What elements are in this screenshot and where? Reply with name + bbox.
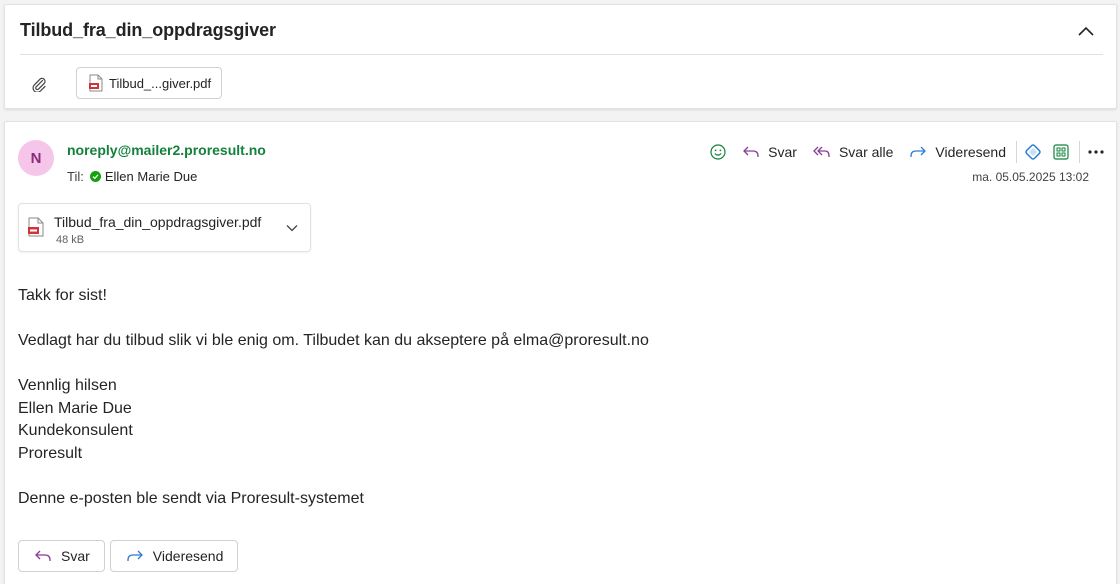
attachment-menu-button[interactable]	[282, 218, 302, 238]
body-closing: Vennlig hilsen	[18, 377, 117, 394]
emoji-icon	[710, 144, 726, 160]
attachment-chip-label: Tilbud_...giver.pdf	[109, 75, 212, 91]
attachment-chip[interactable]: Tilbud_...giver.pdf	[76, 67, 223, 99]
forward-icon	[127, 550, 143, 561]
bottom-forward-button[interactable]: Videresend	[109, 540, 239, 572]
reply-icon	[743, 146, 759, 157]
body-greeting: Takk for sist!	[18, 287, 107, 304]
more-actions-button[interactable]	[1082, 138, 1110, 166]
recipient-name[interactable]: Ellen Marie Due	[105, 169, 198, 184]
forward-button[interactable]: Videresend	[903, 138, 1012, 166]
collapse-thread-button[interactable]	[1074, 19, 1098, 43]
pdf-file-icon	[28, 217, 44, 237]
more-icon	[1088, 150, 1104, 154]
body-signature-role: Kundekonsulent	[18, 422, 133, 439]
message-body: Takk for sist! Vedlagt har du tilbud sli…	[18, 285, 1096, 510]
attachment-name: Tilbud_fra_din_oppdragsgiver.pdf	[54, 214, 262, 230]
sender-address[interactable]: noreply@mailer2.proresult.no	[67, 142, 266, 158]
reply-label: Svar	[768, 144, 797, 160]
react-button[interactable]	[704, 138, 732, 166]
presence-available-icon	[89, 171, 101, 182]
divider	[20, 54, 1103, 55]
body-footer: Denne e-posten ble sendt via Proresult-s…	[18, 489, 364, 507]
paperclip-icon	[32, 77, 46, 92]
attachment-card[interactable]: Tilbud_fra_din_oppdragsgiver.pdf 48 kB	[18, 203, 311, 252]
chevron-up-icon	[1078, 26, 1094, 36]
bottom-forward-label: Videresend	[152, 548, 224, 564]
loop-button[interactable]	[1019, 138, 1047, 166]
body-signature-company: Proresult	[18, 444, 83, 462]
attachment-size: 48 kB	[56, 234, 85, 246]
message-date: ma. 05.05.2025 13:02	[972, 170, 1089, 184]
thread-header: Tilbud_fra_din_oppdragsgiver Tilbud_...g…	[4, 4, 1117, 109]
apps-icon	[1053, 144, 1069, 160]
avatar[interactable]: N	[18, 140, 54, 176]
forward-label: Videresend	[935, 144, 1006, 160]
attachments-button[interactable]	[28, 73, 50, 95]
message-toolbar: Svar Svar alle Videresend	[704, 138, 1110, 166]
bottom-reply-label: Svar	[61, 548, 90, 564]
reply-all-button[interactable]: Svar alle	[807, 138, 899, 166]
thread-title: Tilbud_fra_din_oppdragsgiver	[20, 20, 276, 40]
to-label: Til:	[67, 169, 84, 184]
reply-all-icon	[813, 146, 830, 157]
forward-icon	[910, 146, 927, 157]
chevron-down-icon	[286, 225, 298, 232]
apps-button[interactable]	[1047, 138, 1075, 166]
toolbar-divider	[1079, 141, 1080, 163]
bottom-actions: Svar Videresend	[18, 540, 239, 572]
reply-button[interactable]: Svar	[736, 138, 803, 166]
loop-icon	[1025, 144, 1041, 160]
body-signature-name: Ellen Marie Due	[18, 399, 132, 417]
reply-icon	[35, 550, 51, 561]
reply-all-label: Svar alle	[838, 144, 894, 160]
body-paragraph: Vedlagt har du tilbud slik vi ble enig o…	[18, 332, 649, 349]
pdf-file-icon	[89, 74, 103, 92]
bottom-reply-button[interactable]: Svar	[18, 540, 105, 572]
message-card: N noreply@mailer2.proresult.no Til: Elle…	[4, 121, 1117, 584]
recipient-line: Til: Ellen Marie Due	[67, 169, 197, 184]
toolbar-divider	[1016, 141, 1017, 163]
